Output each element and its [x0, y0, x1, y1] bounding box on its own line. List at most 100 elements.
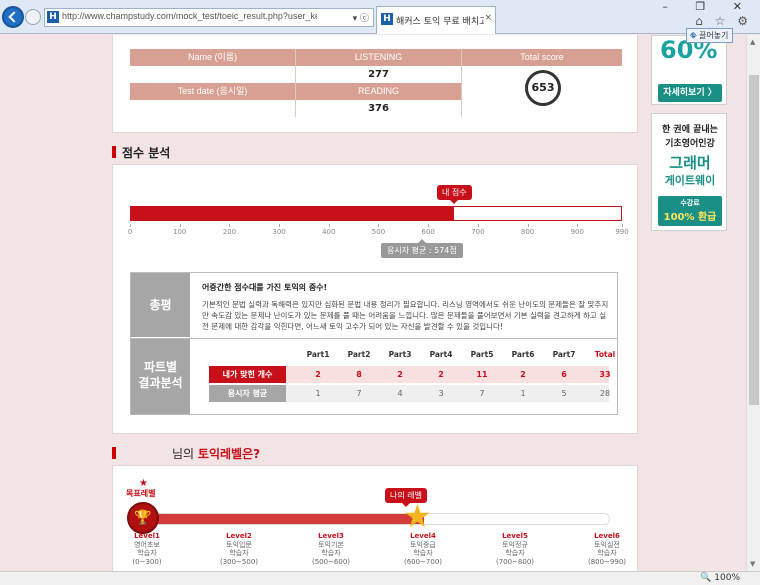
my-correct-label: 내가 맞힌 개수: [209, 366, 286, 383]
listening-header: LISTENING: [296, 49, 461, 66]
tick-label: 200: [222, 228, 237, 236]
part-header: Part7: [552, 350, 576, 359]
table-cell: 2: [315, 370, 321, 379]
score-card: Name (이름) LISTENING Total score 277 Test…: [112, 35, 638, 133]
date-value: [130, 100, 295, 117]
drag-popup[interactable]: ⛗ 끌어놓기: [686, 28, 734, 43]
part-header: Part3: [388, 350, 412, 359]
table-cell: 1: [520, 389, 526, 398]
table-cell: 1: [315, 389, 321, 398]
divider: [131, 338, 617, 339]
table-cell: 5: [561, 389, 567, 398]
forward-button[interactable]: [25, 9, 41, 25]
level-name: Level5: [502, 532, 528, 540]
level-range: (800~990): [587, 557, 627, 566]
status-bar: 🔍 100%: [0, 571, 760, 585]
ad-line-1: 한 권에 끝내는: [662, 125, 718, 135]
address-bar[interactable]: H http://www.champstudy.com/mock_test/to…: [44, 8, 374, 27]
page-content: Name (이름) LISTENING Total score 277 Test…: [0, 35, 746, 571]
browser-tab[interactable]: H 해커스 토익 무료 배치고사... ×: [376, 6, 496, 34]
tick-mark: [577, 224, 579, 227]
level-desc: 토익중급: [410, 540, 436, 549]
site-favicon-icon: H: [47, 11, 59, 23]
table-cell: 7: [356, 389, 362, 398]
level-title-highlight: 토익레벨은?: [197, 447, 261, 461]
level-column: Level5 토익정규 학습자 (700~800): [496, 532, 534, 566]
url-text[interactable]: http://www.champstudy.com/mock_test/toei…: [62, 11, 317, 25]
score-bar: [130, 206, 622, 221]
my-correct-row: 내가 맞힌 개수 2 8 2 2 11 2 6 33: [209, 366, 611, 383]
toolbar-icons[interactable]: ⌂ ☆ ⚙: [695, 14, 752, 28]
scroll-down-icon[interactable]: ▼: [750, 560, 755, 568]
zoom-level[interactable]: 🔍 100%: [700, 573, 740, 583]
table-cell: 6: [561, 370, 567, 379]
table-cell: 2: [438, 370, 444, 379]
browser-chrome: H http://www.champstudy.com/mock_test/to…: [0, 0, 760, 34]
tick-mark: [279, 224, 281, 227]
level-desc: 영어초보: [134, 540, 160, 549]
tick-label: 600: [421, 228, 435, 236]
address-controls[interactable]: ▾ ⓒ: [353, 11, 369, 24]
level-name: Level2: [226, 532, 252, 540]
tick-label: 0: [127, 228, 133, 236]
level-sub: 학습자: [321, 549, 341, 557]
level-name: Level4: [410, 532, 436, 540]
level-sub: 학습자: [137, 549, 157, 557]
tab-favicon-icon: H: [381, 13, 393, 25]
level-name: Level6: [594, 532, 620, 540]
my-score-badge: 내 점수: [437, 185, 472, 204]
tick-mark: [328, 224, 330, 227]
level-desc: 토익입문: [226, 540, 252, 549]
level-range: (500~600): [311, 557, 351, 566]
level-column: Level2 토익입문 학습자 (300~500): [220, 532, 258, 566]
tick-mark: [428, 224, 430, 227]
popup-text: 끌어놓기: [698, 31, 729, 40]
total-score-circle: 653: [525, 70, 561, 106]
level-range: (700~800): [495, 557, 535, 566]
tick-mark: [477, 224, 479, 227]
name-header: Name (이름): [130, 49, 295, 66]
level-column: Level4 토익중급 학습자 (600~700): [404, 532, 442, 566]
my-level-star-icon: ★: [403, 497, 432, 535]
popup-icon: ⛗: [690, 31, 697, 40]
tick-label: 100: [173, 228, 187, 236]
ad-line-5: 수강료: [680, 199, 700, 207]
tick-label: 300: [272, 228, 286, 236]
level-sub: 학습자: [597, 549, 617, 557]
level-desc: 토익실전: [594, 540, 620, 549]
table-cell: 2: [520, 370, 526, 379]
section-title-analysis: 점수 분석: [112, 144, 170, 161]
eval-label: 총평: [131, 273, 190, 338]
average-row-label: 응시자 평균: [209, 385, 286, 402]
table-cell: 8: [356, 370, 362, 379]
level-sub: 학습자: [229, 549, 249, 557]
tick-label: 500: [371, 228, 386, 236]
ad-banner-discount[interactable]: 60% 자세히보기 〉: [651, 35, 727, 105]
level-name: Level3: [318, 532, 344, 540]
tick-mark: [527, 224, 529, 227]
level-range: (0~300): [132, 557, 162, 566]
tab-close-icon[interactable]: ×: [484, 13, 492, 23]
part-header: Total: [594, 350, 616, 359]
part-header: Part6: [511, 350, 535, 359]
back-button[interactable]: [2, 6, 24, 28]
divider: [461, 49, 462, 117]
tick-mark: [622, 224, 623, 227]
date-header: Test date (응시일): [130, 83, 295, 100]
level-desc: 토익기본: [318, 540, 344, 549]
reading-header: READING: [296, 83, 461, 100]
scroll-up-icon[interactable]: ▲: [750, 38, 755, 46]
page-scrollbar[interactable]: ▲ ▼: [746, 35, 760, 571]
part-header: Part5: [470, 350, 494, 359]
table-cell: 33: [599, 370, 611, 379]
level-title-prefix: 님의: [172, 447, 195, 461]
section-title-text: 점수 분석: [122, 146, 171, 160]
scroll-thumb[interactable]: [749, 75, 759, 405]
ad-banner-grammar[interactable]: 한 권에 끝내는 기초영어인강 그래머 게이트웨이 수강료 100% 환급: [651, 113, 727, 231]
ad-detail-button[interactable]: 자세히보기 〉: [658, 84, 722, 102]
ad-refund-button[interactable]: 수강료 100% 환급: [658, 196, 722, 226]
eval-title: 어중간한 점수대를 가진 토익의 중수!: [202, 283, 328, 292]
section-title-level: 님의 토익레벨은?: [112, 445, 260, 462]
window-controls[interactable]: – ❐ ✕: [662, 0, 754, 13]
tick-label: 990: [615, 228, 629, 236]
